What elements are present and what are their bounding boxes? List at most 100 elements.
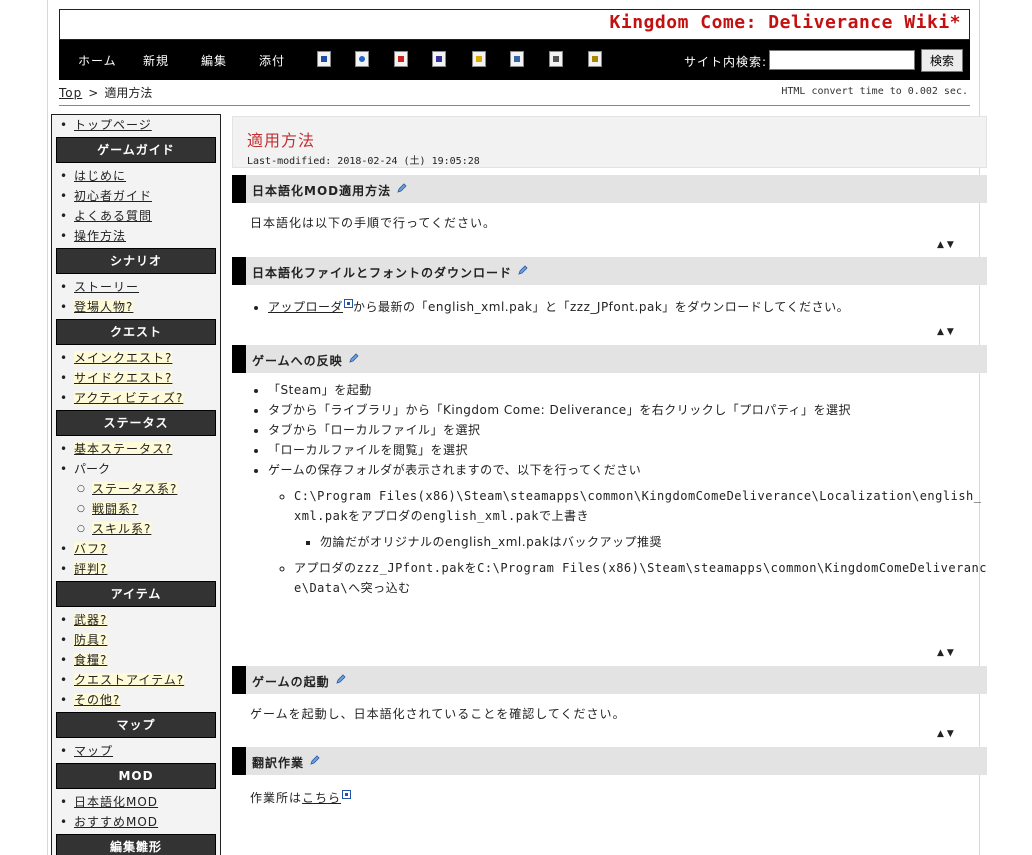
- section-heading: ゲームへの反映: [232, 345, 987, 373]
- section-text: 作業所はこちら: [250, 789, 352, 806]
- header-divider: [59, 105, 970, 106]
- sidebar-item: はじめに: [60, 166, 220, 186]
- down-arrow-icon[interactable]: ▼: [947, 327, 957, 337]
- page-title: 適用方法: [247, 131, 316, 150]
- sidebar-item: 初心者ガイド: [60, 186, 220, 206]
- sidebar-link[interactable]: バフ?: [74, 542, 108, 556]
- breadcrumb: Top > 適用方法: [59, 84, 152, 101]
- sidebar-link[interactable]: スキル系?: [92, 522, 152, 536]
- sidebar-link[interactable]: 防具?: [74, 633, 108, 647]
- sidebar-link[interactable]: その他?: [74, 693, 121, 707]
- section-title: 日本語化MOD適用方法: [252, 182, 407, 199]
- diff-icon[interactable]: [394, 51, 408, 67]
- sidebar-item-top: トップページ: [60, 115, 220, 135]
- section-title-text: 翻訳作業: [252, 756, 305, 770]
- lock-icon[interactable]: [472, 51, 486, 67]
- sidebar-group-heading: アイテム: [56, 581, 216, 607]
- up-arrow-icon[interactable]: ▲: [937, 729, 947, 739]
- list-item-text: C:\Program Files(x86)\Steam\steamapps\co…: [294, 489, 982, 523]
- sidebar-item: 基本ステータス?: [60, 439, 220, 459]
- sidebar-item: マップ: [60, 741, 220, 761]
- sidebar-link[interactable]: よくある質問: [74, 209, 152, 223]
- nav-home-link[interactable]: ホーム: [78, 52, 117, 69]
- sidebar-link[interactable]: 基本ステータス?: [74, 442, 173, 456]
- section-title: 日本語化ファイルとフォントのダウンロード: [252, 264, 528, 281]
- rss-icon[interactable]: [549, 51, 563, 67]
- copy-icon[interactable]: [510, 51, 524, 67]
- section-heading: 日本語化MOD適用方法: [232, 175, 987, 203]
- list-icon[interactable]: [317, 51, 331, 67]
- sidebar-item: パーク: [60, 459, 220, 479]
- sidebar-list: 日本語化MOD おすすめMOD: [52, 792, 220, 832]
- sidebar-item: メインクエスト?: [60, 348, 220, 368]
- up-arrow-icon[interactable]: ▲: [937, 327, 947, 337]
- sidebar-link[interactable]: 食糧?: [74, 653, 108, 667]
- main-content: 適用方法 Last-modified: 2018-02-24 (土) 19:05…: [232, 114, 987, 855]
- section-nav-arrows: ▲▼: [937, 729, 957, 739]
- nav-edit-link[interactable]: 編集: [201, 52, 227, 69]
- sidebar-group-heading: 編集雛形: [56, 834, 216, 855]
- sidebar-link[interactable]: 戦闘系?: [92, 502, 139, 516]
- sidebar-item: アクティビティズ?: [60, 388, 220, 408]
- external-link-icon: [342, 790, 352, 799]
- sub-list: C:\Program Files(x86)\Steam\steamapps\co…: [268, 486, 987, 598]
- sidebar-item: スキル系?: [77, 519, 220, 539]
- sidebar-item: よくある質問: [60, 206, 220, 226]
- down-arrow-icon[interactable]: ▼: [947, 729, 957, 739]
- sidebar-link[interactable]: ストーリー: [74, 280, 139, 294]
- sidebar-top-list: トップページ: [52, 115, 220, 135]
- sidebar-item: サイドクエスト?: [60, 368, 220, 388]
- sidebar-link[interactable]: 武器?: [74, 613, 108, 627]
- edit-pencil-icon[interactable]: [349, 353, 359, 363]
- sidebar-link[interactable]: クエストアイテム?: [74, 673, 185, 687]
- sidebar-link[interactable]: サイドクエスト?: [74, 371, 173, 385]
- edit-pencil-icon[interactable]: [518, 265, 528, 275]
- sidebar-group-heading: MOD: [56, 763, 216, 789]
- sidebar-group-heading: ゲームガイド: [56, 137, 216, 163]
- up-arrow-icon[interactable]: ▲: [937, 648, 947, 658]
- sidebar-item: ステータス系?: [77, 479, 220, 499]
- list-item-text: アプロダのzzz_JPfont.pakをC:\Program Files(x86…: [294, 561, 987, 595]
- sub-sub-list: 勿論だがオリジナルのenglish_xml.pakはバックアップ推奨: [294, 532, 987, 552]
- list-item: 「Steam」を起動: [268, 380, 987, 400]
- sidebar-link[interactable]: はじめに: [74, 169, 126, 183]
- sidebar-list: はじめに初心者ガイドよくある質問操作方法: [52, 166, 220, 246]
- title-box: 適用方法 Last-modified: 2018-02-24 (土) 19:05…: [232, 116, 987, 168]
- sidebar-item: 防具?: [60, 630, 220, 650]
- sidebar-link[interactable]: マップ: [74, 744, 113, 758]
- section-heading: ゲームの起動: [232, 666, 987, 694]
- sidebar-link[interactable]: おすすめMOD: [74, 815, 158, 829]
- search-button[interactable]: 検索: [921, 49, 963, 72]
- sidebar-link[interactable]: メインクエスト?: [74, 351, 173, 365]
- up-arrow-icon[interactable]: ▲: [937, 240, 947, 250]
- nav-attach-link[interactable]: 添付: [259, 52, 285, 69]
- sidebar-link[interactable]: ステータス系?: [92, 482, 178, 496]
- down-arrow-icon[interactable]: ▼: [947, 240, 957, 250]
- nav-new-link[interactable]: 新規: [143, 52, 169, 69]
- edit-pencil-icon[interactable]: [397, 183, 407, 193]
- sidebar-link[interactable]: 操作方法: [74, 229, 126, 243]
- sidebar-link[interactable]: 評判?: [74, 562, 108, 576]
- list-item: ゲームの保存フォルダが表示されますので、以下を行ってください C:\Progra…: [268, 460, 987, 598]
- sidebar-link[interactable]: アクティビティズ?: [74, 391, 184, 405]
- workplace-link[interactable]: こちら: [302, 791, 341, 805]
- backup-icon[interactable]: [432, 51, 446, 67]
- search-input[interactable]: [769, 50, 915, 70]
- edit-pencil-icon[interactable]: [310, 755, 320, 765]
- sidebar-item: 操作方法: [60, 226, 220, 246]
- search-page-icon[interactable]: [355, 51, 369, 67]
- down-arrow-icon[interactable]: ▼: [947, 648, 957, 658]
- site-title[interactable]: Kingdom Come: Deliverance Wiki*: [610, 12, 961, 33]
- edit-pencil-icon[interactable]: [336, 674, 346, 684]
- uploader-link[interactable]: アップローダ: [268, 300, 343, 314]
- external-link-icon: [344, 299, 354, 308]
- download-text: から最新の「english_xml.pak」と「zzz_JPfont.pak」を…: [353, 300, 850, 314]
- breadcrumb-top-link[interactable]: Top: [59, 86, 82, 100]
- sidebar-menu: トップページ ゲームガイドはじめに初心者ガイドよくある質問操作方法シナリオストー…: [51, 114, 221, 855]
- sidebar-link[interactable]: 初心者ガイド: [74, 189, 152, 203]
- sidebar-link[interactable]: 登場人物?: [74, 300, 134, 314]
- sidebar-link[interactable]: 日本語化MOD: [74, 795, 158, 809]
- help-icon[interactable]: [588, 51, 602, 67]
- sidebar-link[interactable]: トップページ: [74, 118, 152, 132]
- sidebar-item: 登場人物?: [60, 297, 220, 317]
